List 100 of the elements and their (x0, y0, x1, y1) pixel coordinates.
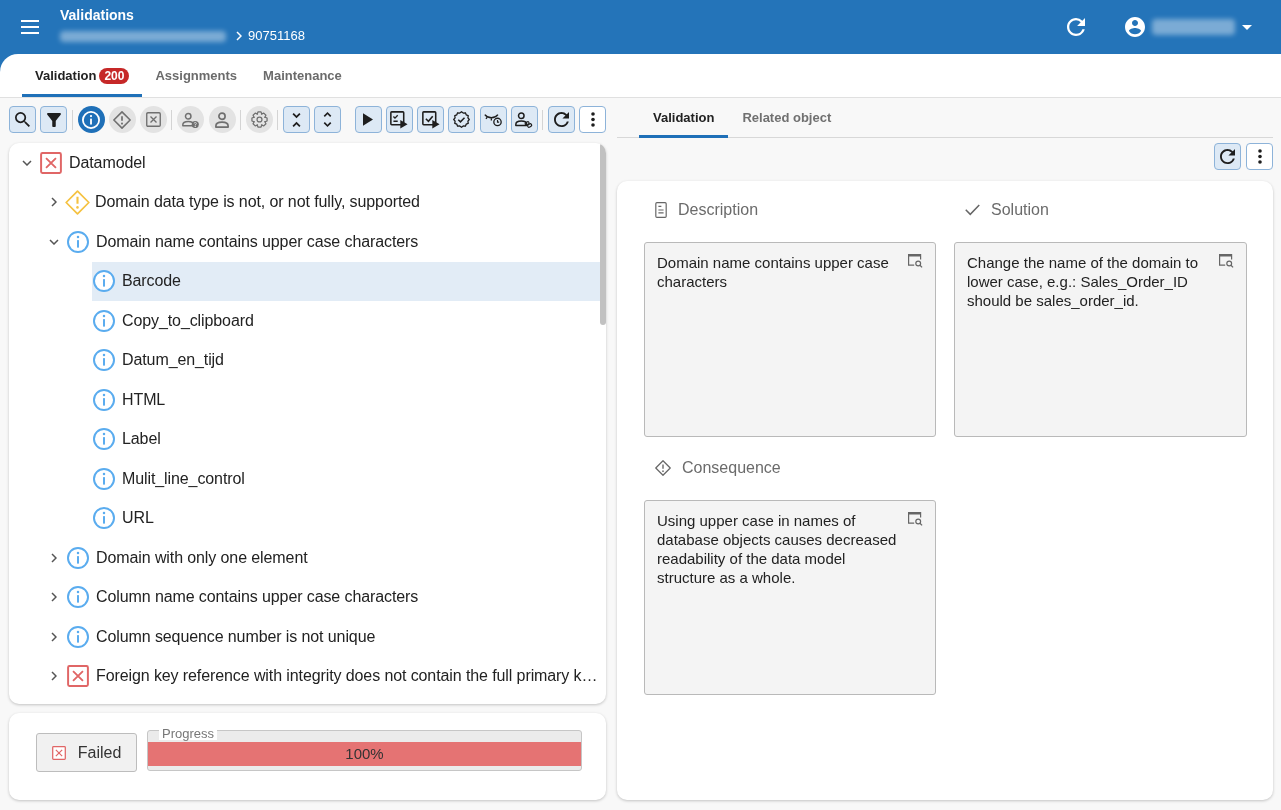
status-button[interactable]: Failed (36, 733, 137, 772)
tree-item[interactable]: Copy_to_clipboard (92, 301, 600, 341)
info-icon (93, 349, 115, 372)
info-icon (93, 270, 115, 293)
info-icon (67, 230, 89, 253)
tree-item[interactable]: Label (92, 419, 600, 459)
document-icon (655, 202, 667, 218)
info-icon (67, 625, 89, 648)
refresh-button[interactable] (1214, 143, 1241, 170)
warning-icon (113, 110, 132, 129)
tree-item[interactable]: Column sequence number is not unique (41, 617, 600, 657)
info-toggle[interactable] (77, 106, 105, 133)
chevron-icon (236, 31, 242, 41)
chevron-icon[interactable] (51, 671, 57, 682)
tree-item[interactable]: Datum_en_tijd (92, 340, 600, 380)
tree-item[interactable]: Mulit_line_control (92, 459, 600, 499)
refresh-icon (1067, 18, 1085, 36)
refresh-button[interactable] (548, 106, 575, 133)
collapse-icon (292, 112, 301, 127)
person-link-button[interactable] (510, 106, 538, 133)
tree-item[interactable]: Column name contains upper case characters (41, 577, 600, 617)
error-toggle[interactable] (140, 106, 167, 133)
info-icon (93, 507, 115, 530)
tab[interactable]: Related object (728, 98, 846, 138)
info-icon (67, 546, 89, 569)
more-icon (1257, 149, 1262, 164)
gear-toggle[interactable] (245, 106, 273, 133)
refresh-icon (554, 112, 569, 127)
error-icon (51, 745, 66, 760)
badge-check-icon (453, 111, 471, 128)
x-square-icon (146, 112, 161, 127)
filter-button[interactable] (40, 106, 68, 133)
chevron-icon[interactable] (51, 197, 57, 208)
info-icon (93, 388, 115, 411)
expand-icon (323, 112, 333, 127)
warning-icon (65, 189, 90, 215)
chevron-icon[interactable] (51, 631, 57, 642)
count-badge: 200 (99, 67, 130, 84)
tree-item[interactable]: Barcode (92, 261, 600, 301)
more-button[interactable] (1246, 143, 1273, 170)
person-toggle[interactable] (208, 106, 236, 133)
more-button[interactable] (579, 106, 607, 133)
badge-check-button[interactable] (448, 106, 476, 133)
breadcrumb-item: 90751168 (248, 28, 305, 44)
window-search-icon (907, 511, 923, 526)
window-search-icon (1218, 253, 1234, 268)
chevron-icon[interactable] (22, 159, 32, 166)
scrollbar-thumb[interactable] (600, 143, 606, 325)
play-icon (363, 113, 373, 126)
info-icon (93, 428, 115, 451)
chevron-icon[interactable] (49, 238, 59, 245)
tab[interactable]: Assignments (142, 54, 251, 97)
expand-button[interactable] (314, 106, 342, 133)
warning-toggle[interactable] (108, 106, 136, 133)
closed-eye-clock-icon (484, 112, 502, 127)
tab[interactable]: Maintenance (250, 54, 355, 97)
caret-icon (1242, 24, 1252, 30)
collapse-button[interactable] (283, 106, 310, 133)
page-title: Validations (60, 7, 135, 23)
gear-icon (250, 111, 268, 128)
more-icon (590, 112, 595, 127)
search-button[interactable] (9, 106, 36, 133)
chevron-icon[interactable] (51, 552, 57, 563)
tree-item[interactable]: URL (92, 498, 600, 538)
progress-label: Progress (159, 727, 218, 740)
chevron-icon[interactable] (51, 592, 57, 603)
person-question-toggle[interactable] (177, 106, 205, 133)
tree-item[interactable]: Domain name contains upper case characters (41, 222, 600, 262)
section-heading: Solution (991, 200, 1049, 220)
check-square-play-button[interactable] (417, 106, 444, 133)
refresh-icon (1220, 149, 1235, 164)
tree-item[interactable]: Datamodel (14, 143, 600, 183)
info-icon (93, 467, 115, 490)
tree-item[interactable]: HTML (92, 380, 600, 420)
filter-icon (46, 112, 61, 127)
avatar-icon (1125, 17, 1145, 37)
tab[interactable]: Validation (639, 98, 729, 138)
tab[interactable]: Validation 200 (22, 54, 143, 97)
info-icon (67, 586, 89, 609)
window-search-icon (907, 253, 923, 268)
solution-field[interactable]: Change the name of the domain to lower case, e.g.: Sales_Order_ID should be sales_order_id. (954, 242, 1247, 437)
description-field[interactable]: Domain name contains upper case characters (644, 242, 936, 437)
error-icon (67, 665, 89, 688)
person-icon (214, 111, 230, 128)
progress-value: 100% (345, 744, 384, 764)
error-icon (40, 151, 62, 174)
search-icon (15, 112, 30, 127)
tree-item[interactable]: Domain data type is not, or not fully, supported (41, 182, 600, 222)
closed-eye-clock-button[interactable] (479, 106, 507, 133)
person-link-icon (515, 111, 534, 128)
consequence-field[interactable]: Using upper case in names of database objects causes decreased readability of the data model structure as a whole. (644, 500, 936, 695)
checklist-play-button[interactable] (385, 106, 413, 133)
tree-item[interactable]: Foreign key reference with integrity does not contain the full primary k… (41, 656, 600, 696)
checklist-play-icon (390, 110, 409, 129)
section-heading: Consequence (682, 458, 781, 478)
section-heading: Description (678, 200, 759, 220)
play-button[interactable] (354, 106, 382, 133)
tree-item[interactable]: Domain with only one element (41, 538, 600, 578)
warning-icon (655, 460, 671, 476)
check-icon (965, 204, 980, 216)
